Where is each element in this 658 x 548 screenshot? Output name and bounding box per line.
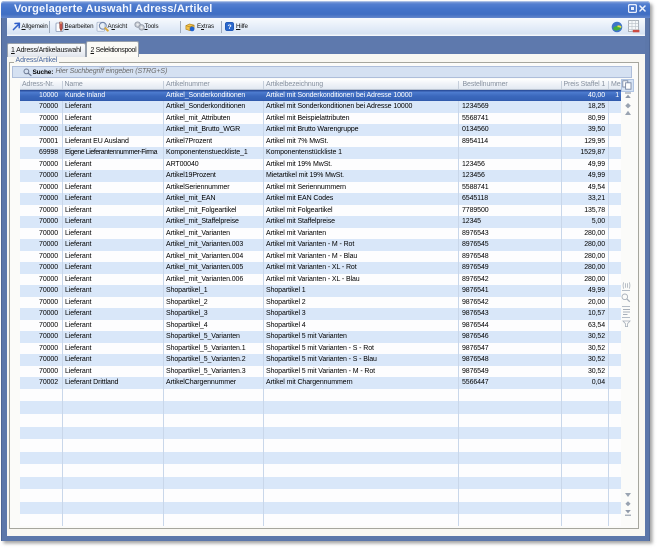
svg-text:?: ? (227, 24, 231, 31)
